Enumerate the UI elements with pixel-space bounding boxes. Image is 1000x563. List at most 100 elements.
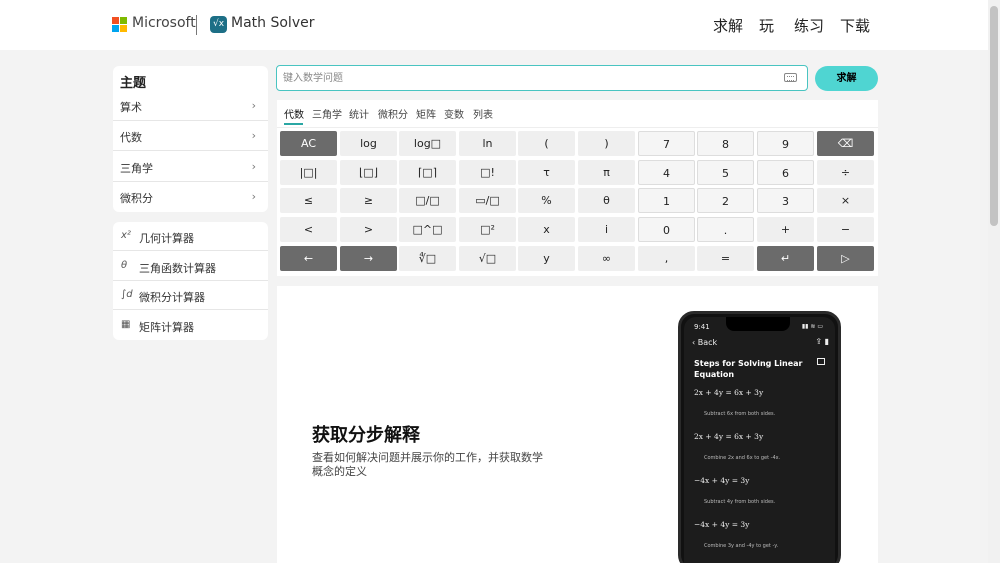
scrollbar-thumb[interactable] — [990, 6, 998, 226]
key-infinity[interactable]: ∞ — [578, 246, 635, 271]
calculator-label: 三角函数计算器 — [139, 262, 216, 275]
key-comma[interactable]: , — [638, 246, 695, 271]
nav-practice[interactable]: 练习 — [794, 15, 824, 36]
phone-step-equation: 2x + 4y = 6x + 3y — [694, 388, 764, 397]
keyboard-icon[interactable] — [784, 73, 797, 82]
enter-icon[interactable]: ↵ — [757, 246, 814, 271]
chevron-right-icon: › — [251, 190, 256, 203]
expand-icon — [817, 358, 825, 365]
key-less-equal[interactable]: ≤ — [280, 188, 337, 213]
key-decimal[interactable]: . — [697, 217, 754, 242]
key-pi[interactable]: π — [578, 160, 635, 185]
arrow-right-icon[interactable]: → — [340, 246, 397, 271]
phone-notch — [726, 317, 790, 331]
chevron-right-icon: › — [251, 160, 256, 173]
key-1[interactable]: 1 — [638, 188, 695, 213]
math-solver-icon[interactable]: √x — [210, 16, 227, 33]
key-minus[interactable]: − — [817, 217, 874, 242]
app-name[interactable]: Math Solver — [231, 15, 314, 31]
key-greater[interactable]: > — [340, 217, 397, 242]
key-mixed-fraction[interactable]: □/□ — [399, 188, 456, 213]
key-close-paren[interactable]: ) — [578, 131, 635, 156]
phone-step-note: Subtract 4y from both sides. — [704, 499, 776, 505]
tab-variables[interactable]: 变数 — [444, 106, 464, 121]
sidebar-item-trigonometry[interactable]: 三角学 › — [113, 152, 268, 182]
key-factorial[interactable]: □! — [459, 160, 516, 185]
key-open-paren[interactable]: ( — [518, 131, 575, 156]
matrix-calculator-link[interactable]: ▦ 矩阵计算器 — [113, 311, 268, 340]
sidebar-item-label: 三角学 — [120, 162, 153, 175]
tab-trigonometry[interactable]: 三角学 — [312, 106, 342, 121]
solve-button[interactable]: 求解 — [815, 66, 878, 91]
tab-calculus[interactable]: 微积分 — [378, 106, 408, 121]
key-fraction[interactable]: ▭/□ — [459, 188, 516, 213]
backspace-icon[interactable]: ⌫ — [817, 131, 874, 156]
microsoft-brand[interactable]: Microsoft — [132, 15, 196, 31]
key-nth-root[interactable]: ∜□ — [399, 246, 456, 271]
nav-solve[interactable]: 求解 — [713, 15, 743, 36]
key-log[interactable]: log — [340, 131, 397, 156]
arrow-left-icon[interactable]: ← — [280, 246, 337, 271]
sidebar-item-algebra[interactable]: 代数 › — [113, 121, 268, 151]
sidebar-item-label: 算术 — [120, 101, 142, 114]
key-power[interactable]: □^□ — [399, 217, 456, 242]
nav-play[interactable]: 玩 — [759, 15, 774, 36]
tab-lists[interactable]: 列表 — [473, 106, 493, 121]
key-greater-equal[interactable]: ≥ — [340, 188, 397, 213]
tab-divider — [277, 127, 878, 128]
sidebar-item-arithmetic[interactable]: 算术 › — [113, 91, 268, 121]
key-6[interactable]: 6 — [757, 160, 814, 185]
key-log-base[interactable]: log□ — [399, 131, 456, 156]
calculus-calculator-link[interactable]: ∫d 微积分计算器 — [113, 281, 268, 310]
key-clear[interactable]: AC — [280, 131, 337, 156]
promo-title: 获取分步解释 — [312, 425, 420, 446]
key-ceil[interactable]: ⌈□⌉ — [399, 160, 456, 185]
share-bookmark-icon: ⇪ ▮ — [815, 337, 829, 346]
theta-icon: θ — [121, 260, 128, 271]
key-3[interactable]: 3 — [757, 188, 814, 213]
key-square[interactable]: □² — [459, 217, 516, 242]
key-2[interactable]: 2 — [697, 188, 754, 213]
trig-calculator-link[interactable]: θ 三角函数计算器 — [113, 252, 268, 281]
nav-download[interactable]: 下载 — [840, 15, 870, 36]
tab-matrix[interactable]: 矩阵 — [416, 106, 436, 121]
phone-step-equation: −4x + 4y = 3y — [694, 520, 750, 529]
key-7[interactable]: 7 — [638, 131, 695, 156]
search-box — [276, 65, 808, 91]
key-9[interactable]: 9 — [757, 131, 814, 156]
sidebar-item-label: 代数 — [120, 131, 142, 144]
key-equals[interactable]: = — [697, 246, 754, 271]
key-i[interactable]: i — [578, 217, 635, 242]
key-8[interactable]: 8 — [697, 131, 754, 156]
key-multiply[interactable]: × — [817, 188, 874, 213]
key-tau[interactable]: τ — [518, 160, 575, 185]
phone-back-link: ‹ Back — [692, 338, 718, 347]
key-4[interactable]: 4 — [638, 160, 695, 185]
key-plus[interactable]: + — [757, 217, 814, 242]
key-ln[interactable]: ln — [459, 131, 516, 156]
geometry-calculator-link[interactable]: x² 几何计算器 — [113, 222, 268, 251]
key-0[interactable]: 0 — [638, 217, 695, 242]
math-problem-input[interactable] — [283, 69, 773, 87]
phone-screen: 9:41 ▮▮ ≋ ▭ ‹ Back ⇪ ▮ Steps for Solving… — [684, 317, 835, 563]
key-floor[interactable]: ⌊□⌋ — [340, 160, 397, 185]
submit-arrow-icon[interactable]: ▷ — [817, 246, 874, 271]
key-divide[interactable]: ÷ — [817, 160, 874, 185]
sidebar-item-label: 微积分 — [120, 192, 153, 205]
microsoft-logo-icon[interactable] — [112, 17, 127, 32]
key-x[interactable]: x — [518, 217, 575, 242]
x-squared-icon: x² — [121, 230, 131, 241]
key-sqrt[interactable]: √□ — [459, 246, 516, 271]
key-theta[interactable]: θ — [578, 188, 635, 213]
phone-status-icons: ▮▮ ≋ ▭ — [801, 323, 823, 330]
key-5[interactable]: 5 — [697, 160, 754, 185]
key-less[interactable]: < — [280, 217, 337, 242]
key-abs[interactable]: |□| — [280, 160, 337, 185]
tab-statistics[interactable]: 统计 — [349, 106, 369, 121]
tab-algebra[interactable]: 代数 — [284, 106, 304, 121]
key-percent[interactable]: % — [518, 188, 575, 213]
key-y[interactable]: y — [518, 246, 575, 271]
sidebar-item-calculus[interactable]: 微积分 › — [113, 182, 268, 212]
integral-icon: ∫d — [121, 289, 133, 300]
promo-description: 查看如何解决问题并展示你的工作，并获取数学概念的定义 — [312, 451, 543, 478]
